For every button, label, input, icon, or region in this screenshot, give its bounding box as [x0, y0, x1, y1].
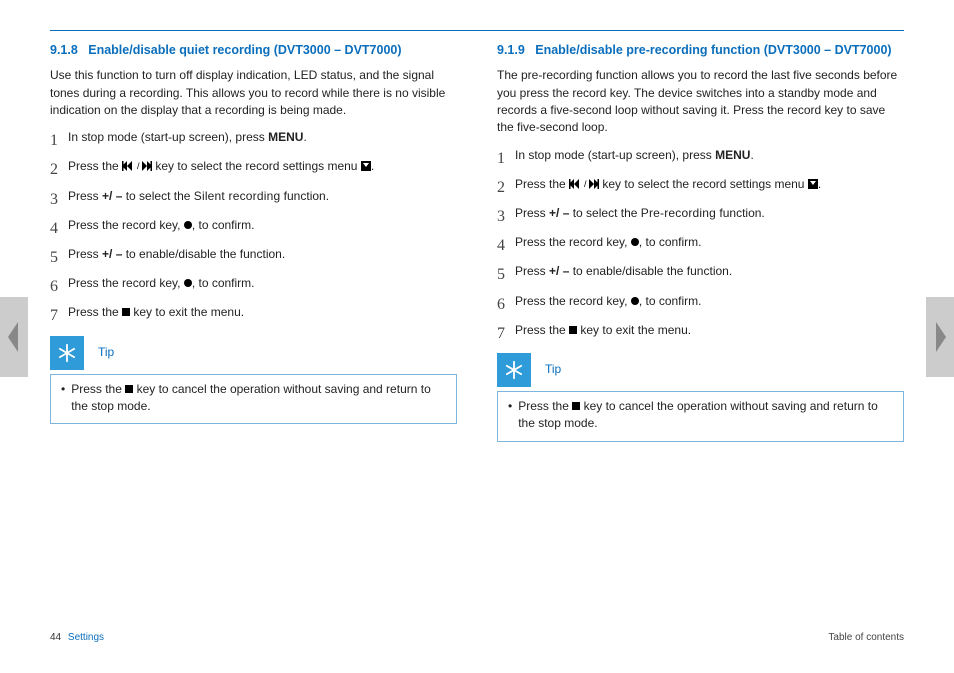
chevron-right-icon: [932, 322, 948, 352]
tip-box: • Press the key to cancel the operation …: [497, 391, 904, 442]
heading-number: 9.1.8: [50, 43, 78, 57]
step-text: Press +/ – to enable/disable the functio…: [68, 246, 457, 263]
prev-page-button[interactable]: [0, 297, 28, 377]
tip-asterisk-icon: [50, 336, 84, 370]
record-settings-icon: [808, 179, 818, 189]
heading-title: Enable/disable quiet recording (DVT3000 …: [88, 43, 401, 57]
step-text: Press the record key, , to confirm.: [515, 293, 904, 310]
step-text: Press the / key to select the record set…: [515, 176, 904, 193]
record-settings-icon: [361, 161, 371, 171]
step: 1 In stop mode (start-up screen), press …: [497, 147, 904, 170]
step: 2 Press the / key to select the record s…: [50, 158, 457, 181]
step-number: 2: [50, 158, 68, 181]
tip-box: • Press the key to cancel the operation …: [50, 374, 457, 425]
step: 5 Press +/ – to enable/disable the funct…: [497, 263, 904, 286]
tip-header: Tip: [50, 336, 457, 370]
step: 3 Press +/ – to select the Pre-recording…: [497, 205, 904, 228]
top-rule: [50, 30, 904, 31]
intro-text: The pre-recording function allows you to…: [497, 67, 904, 137]
step-text: In stop mode (start-up screen), press ME…: [515, 147, 904, 164]
step-text: Press the key to exit the menu.: [515, 322, 904, 339]
bullet-icon: •: [508, 398, 512, 433]
svg-text:/: /: [137, 161, 140, 171]
step-text: Press +/ – to enable/disable the functio…: [515, 263, 904, 280]
step: 7 Press the key to exit the menu.: [497, 322, 904, 345]
rewind-forward-icon: /: [569, 179, 599, 189]
step-number: 6: [497, 293, 515, 316]
step-text: Press +/ – to select the Pre-recording f…: [515, 205, 904, 222]
step-number: 3: [50, 188, 68, 211]
step-text: In stop mode (start-up screen), press ME…: [68, 129, 457, 146]
step: 4 Press the record key, , to confirm.: [50, 217, 457, 240]
toc-link[interactable]: Table of contents: [828, 632, 904, 643]
tip-text: Press the key to cancel the operation wi…: [71, 381, 446, 416]
step-number: 6: [50, 275, 68, 298]
svg-text:/: /: [584, 179, 587, 189]
step-text: Press the record key, , to confirm.: [68, 275, 457, 292]
tip-text: Press the key to cancel the operation wi…: [518, 398, 893, 433]
step: 4 Press the record key, , to confirm.: [497, 234, 904, 257]
left-column: 9.1.8 Enable/disable quiet recording (DV…: [50, 41, 457, 618]
step-text: Press the record key, , to confirm.: [68, 217, 457, 234]
section-label: Settings: [68, 632, 104, 643]
tip-header: Tip: [497, 353, 904, 387]
heading-number: 9.1.9: [497, 43, 525, 57]
step-number: 2: [497, 176, 515, 199]
record-dot-icon: [184, 279, 192, 287]
page-footer: 44 Settings Table of contents: [50, 618, 904, 643]
step-number: 5: [497, 263, 515, 286]
step-number: 4: [497, 234, 515, 257]
step-number: 5: [50, 246, 68, 269]
step: 5 Press +/ – to enable/disable the funct…: [50, 246, 457, 269]
step-text: Press the / key to select the record set…: [68, 158, 457, 175]
step-text: Press the record key, , to confirm.: [515, 234, 904, 251]
tip-label: Tip: [98, 344, 114, 361]
step-number: 7: [50, 304, 68, 327]
stop-icon: [569, 326, 577, 334]
heading-title: Enable/disable pre-recording function (D…: [535, 43, 891, 57]
step: 6 Press the record key, , to confirm.: [50, 275, 457, 298]
step-number: 1: [497, 147, 515, 170]
bullet-icon: •: [61, 381, 65, 416]
record-dot-icon: [631, 238, 639, 246]
rewind-forward-icon: /: [122, 161, 152, 171]
section-heading: 9.1.9 Enable/disable pre-recording funct…: [497, 41, 904, 59]
record-dot-icon: [631, 297, 639, 305]
step-number: 3: [497, 205, 515, 228]
step: 2 Press the / key to select the record s…: [497, 176, 904, 199]
step-number: 1: [50, 129, 68, 152]
step: 6 Press the record key, , to confirm.: [497, 293, 904, 316]
tip-label: Tip: [545, 361, 561, 378]
step: 1 In stop mode (start-up screen), press …: [50, 129, 457, 152]
right-column: 9.1.9 Enable/disable pre-recording funct…: [497, 41, 904, 618]
record-dot-icon: [184, 221, 192, 229]
footer-left: 44 Settings: [50, 632, 104, 643]
chevron-left-icon: [6, 322, 22, 352]
intro-text: Use this function to turn off display in…: [50, 67, 457, 119]
step-number: 4: [50, 217, 68, 240]
step-text: Press the key to exit the menu.: [68, 304, 457, 321]
section-heading: 9.1.8 Enable/disable quiet recording (DV…: [50, 41, 457, 59]
page-number: 44: [50, 632, 61, 643]
next-page-button[interactable]: [926, 297, 954, 377]
step: 3 Press +/ – to select the Silent record…: [50, 188, 457, 211]
tip-asterisk-icon: [497, 353, 531, 387]
step: 7 Press the key to exit the menu.: [50, 304, 457, 327]
stop-icon: [122, 308, 130, 316]
step-text: Press +/ – to select the Silent recordin…: [68, 188, 457, 205]
page-content: 9.1.8 Enable/disable quiet recording (DV…: [50, 30, 904, 643]
step-number: 7: [497, 322, 515, 345]
